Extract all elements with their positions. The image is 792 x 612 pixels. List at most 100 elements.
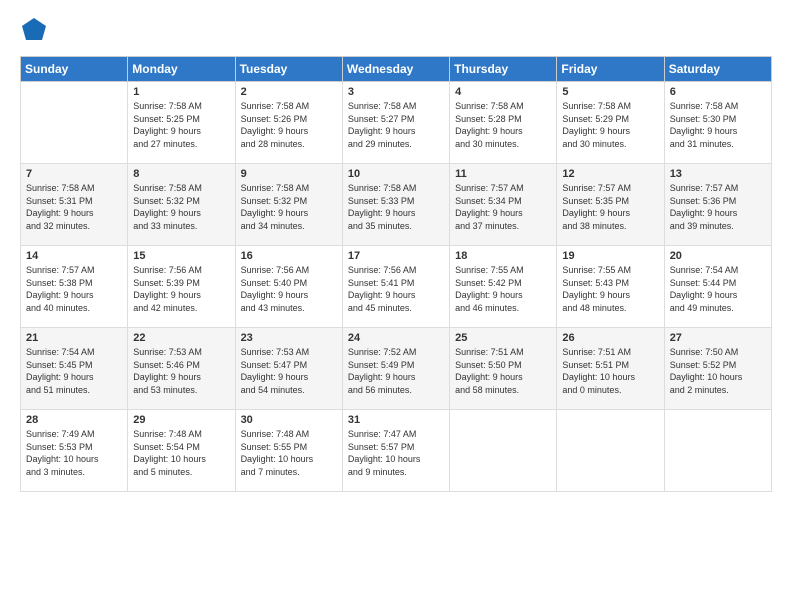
logo-icon [20,16,48,44]
day-number: 11 [455,168,551,180]
day-info: Sunrise: 7:53 AM Sunset: 5:47 PM Dayligh… [241,346,337,396]
calendar-cell: 4 Sunrise: 7:58 AM Sunset: 5:28 PM Daylig… [450,82,557,164]
day-number: 3 [348,86,444,98]
calendar-cell: 16Sunrise: 7:56 AM Sunset: 5:40 PM Dayli… [235,246,342,328]
day-info: Sunrise: 7:51 AM Sunset: 5:50 PM Dayligh… [455,346,551,396]
header-row: SundayMondayTuesdayWednesdayThursdayFrid… [21,57,772,82]
day-info: Sunrise: 7:54 AM Sunset: 5:45 PM Dayligh… [26,346,122,396]
day-info: Sunrise: 7:55 AM Sunset: 5:42 PM Dayligh… [455,264,551,314]
calendar-cell: 22Sunrise: 7:53 AM Sunset: 5:46 PM Dayli… [128,328,235,410]
calendar-cell: 20 Sunrise: 7:54 AM Sunset: 5:44 PM Dayli… [664,246,771,328]
day-number: 14 [26,250,122,262]
logo [20,16,52,44]
day-info: Sunrise: 7:54 AM Sunset: 5:44 PM Dayligh… [670,264,766,314]
day-number: 8 [133,168,229,180]
day-number: 12 [562,168,658,180]
calendar-cell: 30Sunrise: 7:48 AM Sunset: 5:55 PM Dayli… [235,410,342,492]
day-info: Sunrise: 7:49 AM Sunset: 5:53 PM Dayligh… [26,428,122,478]
day-info: Sunrise: 7:50 AM Sunset: 5:52 PM Dayligh… [670,346,766,396]
day-number: 24 [348,332,444,344]
week-row-3: 14 Sunrise: 7:57 AM Sunset: 5:38 PM Dayli… [21,246,772,328]
week-row-2: 7 Sunrise: 7:58 AM Sunset: 5:31 PM Daylig… [21,164,772,246]
header-cell-monday: Monday [128,57,235,82]
day-number: 26 [562,332,658,344]
day-number: 31 [348,414,444,426]
calendar-cell: 12Sunrise: 7:57 AM Sunset: 5:35 PM Dayli… [557,164,664,246]
day-number: 21 [26,332,122,344]
day-number: 27 [670,332,766,344]
day-info: Sunrise: 7:47 AM Sunset: 5:57 PM Dayligh… [348,428,444,478]
header-cell-friday: Friday [557,57,664,82]
calendar-cell: 24 Sunrise: 7:52 AM Sunset: 5:49 PM Dayli… [342,328,449,410]
day-info: Sunrise: 7:58 AM Sunset: 5:27 PM Dayligh… [348,100,444,150]
calendar-cell: 11 Sunrise: 7:57 AM Sunset: 5:34 PM Dayli… [450,164,557,246]
day-number: 1 [133,86,229,98]
calendar-cell: 18 Sunrise: 7:55 AM Sunset: 5:42 PM Dayli… [450,246,557,328]
calendar-cell: 14 Sunrise: 7:57 AM Sunset: 5:38 PM Dayli… [21,246,128,328]
day-number: 13 [670,168,766,180]
calendar-table: SundayMondayTuesdayWednesdayThursdayFrid… [20,56,772,492]
day-info: Sunrise: 7:57 AM Sunset: 5:34 PM Dayligh… [455,182,551,232]
calendar-cell: 6 Sunrise: 7:58 AM Sunset: 5:30 PM Daylig… [664,82,771,164]
day-info: Sunrise: 7:48 AM Sunset: 5:54 PM Dayligh… [133,428,229,478]
header [20,16,772,44]
week-row-5: 28 Sunrise: 7:49 AM Sunset: 5:53 PM Dayli… [21,410,772,492]
day-info: Sunrise: 7:52 AM Sunset: 5:49 PM Dayligh… [348,346,444,396]
day-number: 20 [670,250,766,262]
header-cell-tuesday: Tuesday [235,57,342,82]
calendar-cell: 27 Sunrise: 7:50 AM Sunset: 5:52 PM Dayli… [664,328,771,410]
day-info: Sunrise: 7:57 AM Sunset: 5:38 PM Dayligh… [26,264,122,314]
calendar-cell: 28 Sunrise: 7:49 AM Sunset: 5:53 PM Dayli… [21,410,128,492]
calendar-cell: 1 Sunrise: 7:58 AM Sunset: 5:25 PM Daylig… [128,82,235,164]
day-number: 19 [562,250,658,262]
day-info: Sunrise: 7:58 AM Sunset: 5:29 PM Dayligh… [562,100,658,150]
header-cell-thursday: Thursday [450,57,557,82]
calendar-cell: 8Sunrise: 7:58 AM Sunset: 5:32 PM Daylig… [128,164,235,246]
day-number: 2 [241,86,337,98]
day-info: Sunrise: 7:58 AM Sunset: 5:33 PM Dayligh… [348,182,444,232]
day-number: 9 [241,168,337,180]
day-number: 29 [133,414,229,426]
day-info: Sunrise: 7:58 AM Sunset: 5:26 PM Dayligh… [241,100,337,150]
week-row-4: 21 Sunrise: 7:54 AM Sunset: 5:45 PM Dayli… [21,328,772,410]
header-cell-sunday: Sunday [21,57,128,82]
day-number: 15 [133,250,229,262]
calendar-cell: 31 Sunrise: 7:47 AM Sunset: 5:57 PM Dayli… [342,410,449,492]
calendar-cell [450,410,557,492]
day-number: 23 [241,332,337,344]
day-number: 17 [348,250,444,262]
day-info: Sunrise: 7:57 AM Sunset: 5:36 PM Dayligh… [670,182,766,232]
day-info: Sunrise: 7:55 AM Sunset: 5:43 PM Dayligh… [562,264,658,314]
calendar-cell: 25 Sunrise: 7:51 AM Sunset: 5:50 PM Dayli… [450,328,557,410]
day-info: Sunrise: 7:56 AM Sunset: 5:41 PM Dayligh… [348,264,444,314]
calendar-cell: 17 Sunrise: 7:56 AM Sunset: 5:41 PM Dayli… [342,246,449,328]
calendar-cell [21,82,128,164]
calendar-cell: 29 Sunrise: 7:48 AM Sunset: 5:54 PM Dayli… [128,410,235,492]
calendar-cell: 2 Sunrise: 7:58 AM Sunset: 5:26 PM Daylig… [235,82,342,164]
day-info: Sunrise: 7:48 AM Sunset: 5:55 PM Dayligh… [241,428,337,478]
day-number: 25 [455,332,551,344]
day-info: Sunrise: 7:58 AM Sunset: 5:30 PM Dayligh… [670,100,766,150]
day-info: Sunrise: 7:58 AM Sunset: 5:32 PM Dayligh… [241,182,337,232]
day-number: 4 [455,86,551,98]
calendar-cell: 21 Sunrise: 7:54 AM Sunset: 5:45 PM Dayli… [21,328,128,410]
day-number: 28 [26,414,122,426]
day-info: Sunrise: 7:58 AM Sunset: 5:31 PM Dayligh… [26,182,122,232]
calendar-cell [557,410,664,492]
day-info: Sunrise: 7:51 AM Sunset: 5:51 PM Dayligh… [562,346,658,396]
day-info: Sunrise: 7:58 AM Sunset: 5:25 PM Dayligh… [133,100,229,150]
calendar-cell: 23 Sunrise: 7:53 AM Sunset: 5:47 PM Dayli… [235,328,342,410]
calendar-cell: 5Sunrise: 7:58 AM Sunset: 5:29 PM Daylig… [557,82,664,164]
day-number: 18 [455,250,551,262]
day-number: 10 [348,168,444,180]
day-info: Sunrise: 7:56 AM Sunset: 5:40 PM Dayligh… [241,264,337,314]
calendar-cell: 3 Sunrise: 7:58 AM Sunset: 5:27 PM Daylig… [342,82,449,164]
header-cell-wednesday: Wednesday [342,57,449,82]
day-number: 7 [26,168,122,180]
week-row-1: 1 Sunrise: 7:58 AM Sunset: 5:25 PM Daylig… [21,82,772,164]
calendar-cell: 15Sunrise: 7:56 AM Sunset: 5:39 PM Dayli… [128,246,235,328]
day-number: 6 [670,86,766,98]
day-info: Sunrise: 7:58 AM Sunset: 5:28 PM Dayligh… [455,100,551,150]
page-container: SundayMondayTuesdayWednesdayThursdayFrid… [0,0,792,502]
calendar-cell: 9 Sunrise: 7:58 AM Sunset: 5:32 PM Daylig… [235,164,342,246]
